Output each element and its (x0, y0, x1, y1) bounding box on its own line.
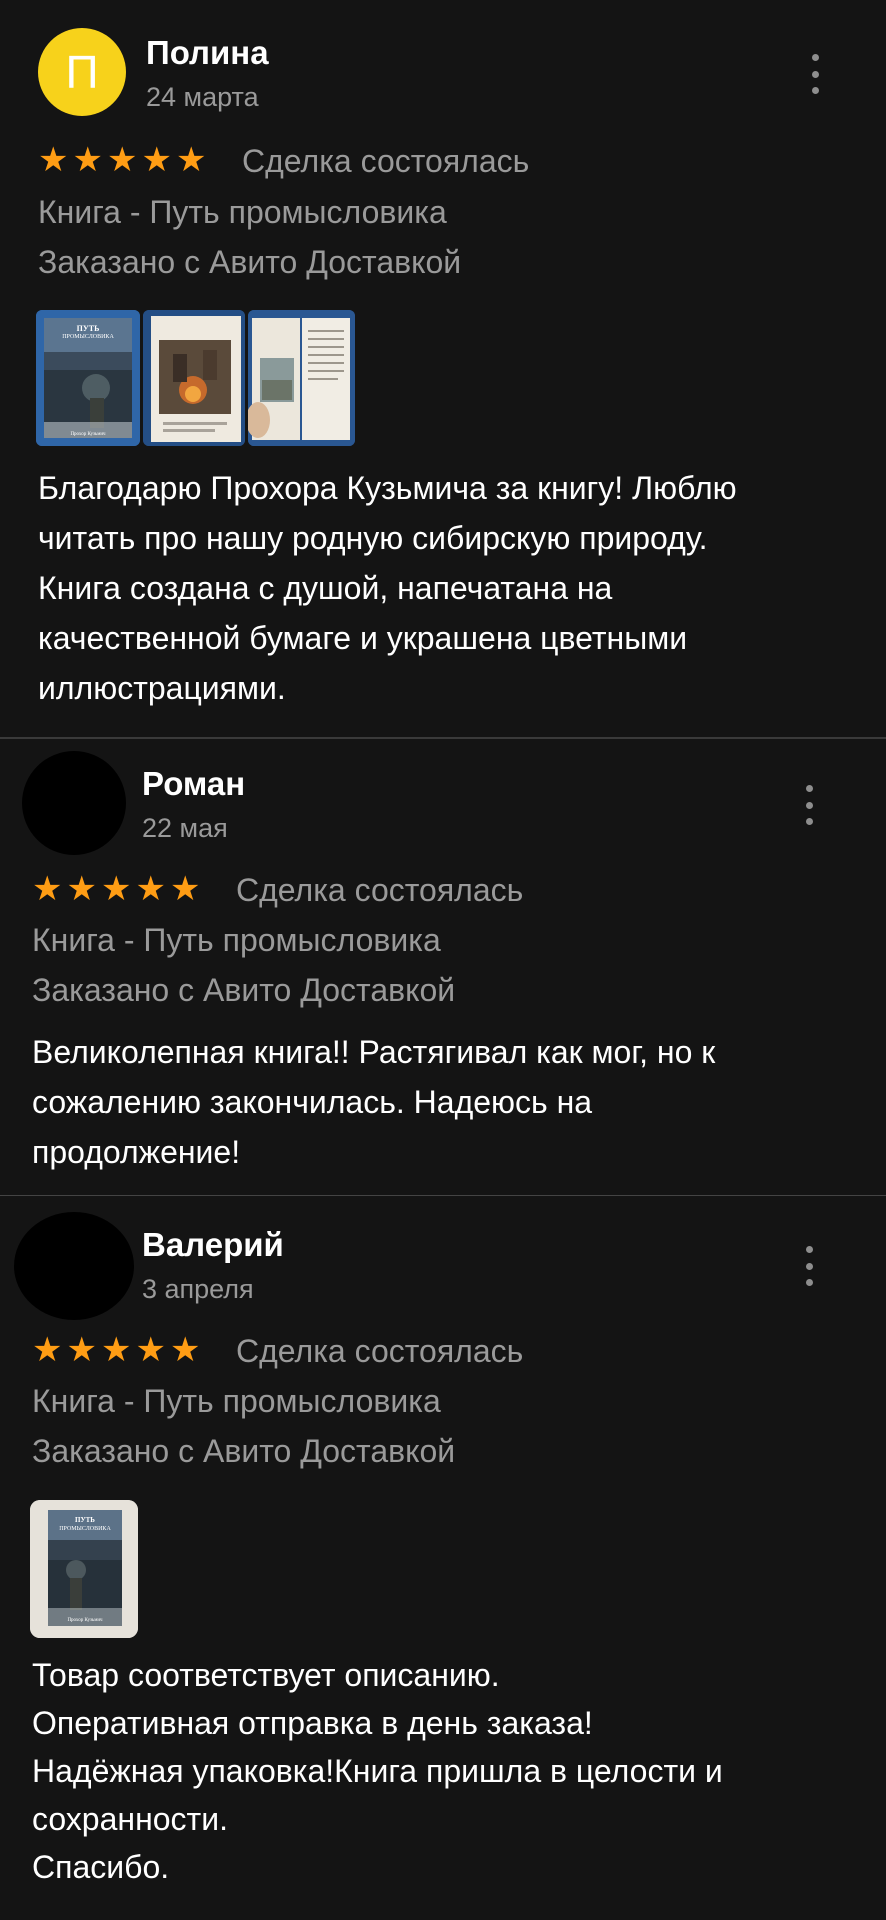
item-title[interactable]: Книга - Путь промысловика (32, 922, 441, 959)
deal-status: Сделка состоялась (242, 143, 530, 179)
star-icon: ★ (32, 1331, 63, 1369)
deal-status: Сделка состоялась (236, 1333, 524, 1369)
item-title[interactable]: Книга - Путь промысловика (32, 1383, 441, 1420)
review-photo[interactable] (143, 310, 245, 446)
delivery-info: Заказано с Авито Доставкой (32, 1433, 456, 1469)
more-options-icon[interactable] (799, 1246, 819, 1286)
review-date: 22 мая (142, 813, 228, 843)
cover-subtitle: ПРОМЫСЛОВИКА (59, 1526, 111, 1532)
cover-author: Прохор Кузьмич (67, 1618, 103, 1623)
star-icon: ★ (106, 141, 138, 179)
avatar-letter: П (65, 46, 99, 98)
rating-stars: ★ ★ ★ ★ ★ (32, 1333, 200, 1367)
avatar[interactable] (14, 1212, 134, 1320)
star-icon: ★ (66, 1331, 97, 1369)
more-options-icon[interactable] (799, 785, 819, 825)
avatar[interactable]: П (38, 28, 126, 116)
star-icon: ★ (38, 141, 69, 179)
review-photo[interactable]: ПУТЬ ПРОМЫСЛОВИКА Прохор Кузьмич (36, 310, 140, 446)
cover-author: Прохор Кузьмич (70, 432, 106, 437)
star-icon: ★ (72, 141, 103, 179)
star-icon: ★ (135, 870, 166, 908)
more-options-icon[interactable] (805, 54, 825, 94)
star-icon: ★ (100, 1331, 132, 1369)
star-icon: ★ (135, 1331, 166, 1369)
review-card: Роман 22 мая ★ ★ ★ ★ ★ Сделка состоялась… (0, 739, 886, 1194)
cover-title: ПУТЬ (75, 1516, 95, 1524)
review-text: Великолепная книга!! Растягивал как мог,… (32, 1034, 716, 1170)
review-photo[interactable] (248, 310, 355, 446)
reviewer-name[interactable]: Полина (146, 34, 269, 72)
deal-status: Сделка состоялась (236, 872, 524, 908)
star-icon: ★ (169, 870, 201, 908)
cover-subtitle: ПРОМЫСЛОВИКА (62, 334, 114, 340)
star-icon: ★ (100, 870, 132, 908)
rating-stars: ★ ★ ★ ★ ★ (32, 872, 200, 906)
star-icon: ★ (32, 870, 63, 908)
star-icon: ★ (175, 141, 207, 179)
item-title[interactable]: Книга - Путь промысловика (38, 194, 447, 231)
review-text: Товар соответствует описанию. Оперативна… (32, 1657, 723, 1885)
review-text: Благодарю Прохора Кузьмича за книгу! Люб… (38, 470, 737, 706)
delivery-info: Заказано с Авито Доставкой (32, 972, 456, 1008)
reviewer-name[interactable]: Роман (142, 765, 245, 803)
review-photo[interactable]: ПУТЬ ПРОМЫСЛОВИКА Прохор Кузьмич (30, 1500, 138, 1638)
review-card: П Полина 24 марта ★ ★ ★ ★ ★ Сделка состо… (0, 0, 886, 738)
star-icon: ★ (169, 1331, 201, 1369)
review-date: 24 марта (146, 82, 259, 112)
review-date: 3 апреля (142, 1274, 254, 1304)
review-card: Валерий 3 апреля ★ ★ ★ ★ ★ Сделка состоя… (0, 1196, 886, 1920)
rating-stars: ★ ★ ★ ★ ★ (38, 143, 206, 177)
star-icon: ★ (141, 141, 172, 179)
avatar[interactable] (22, 751, 126, 855)
delivery-info: Заказано с Авито Доставкой (38, 244, 462, 280)
reviewer-name[interactable]: Валерий (142, 1226, 284, 1264)
star-icon: ★ (66, 870, 97, 908)
cover-title: ПУТЬ (76, 324, 100, 333)
